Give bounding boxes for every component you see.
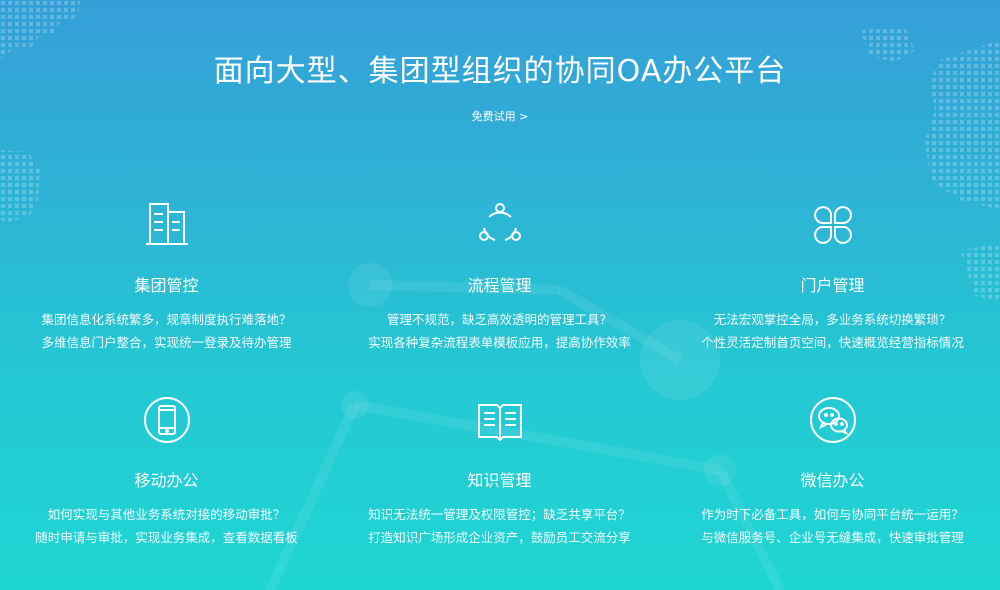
feature-title: 移动办公	[134, 471, 199, 490]
wechat-icon	[809, 397, 856, 443]
feature-description: 如何实现与其他业务系统对接的移动审批？ 随时申请与审批，实现业务集成，查看数据看…	[0, 503, 333, 549]
feature-title: 门户管理	[800, 276, 865, 295]
feature-description: 无法宏观掌控全局，多业务系统切换繁琐？ 个性灵活定制首页空间，快速概览经营指标情…	[666, 308, 999, 354]
feature-question: 知识无法统一管理及权限管控；缺乏共享平台？	[368, 507, 631, 522]
feature-question: 集团信息化系统繁多，规章制度执行难落地？	[41, 312, 292, 327]
feature-answer: 随时申请与审批，实现业务集成，查看数据看板	[35, 530, 298, 545]
feature-mobile-office: 移动办公 如何实现与其他业务系统对接的移动审批？ 随时申请与审批，实现业务集成，…	[0, 395, 333, 549]
feature-question: 作为时下必备工具，如何与协同平台统一运用？	[701, 507, 964, 522]
feature-title: 流程管理	[467, 276, 532, 295]
clover-icon	[813, 206, 852, 244]
feature-description: 集团信息化系统繁多，规章制度执行难落地？ 多维信息门户整合，实现统一登录及待办管…	[0, 308, 333, 354]
feature-title: 知识管理	[467, 471, 532, 490]
feature-group-control: 集团管控 集团信息化系统繁多，规章制度执行难落地？ 多维信息门户整合，实现统一登…	[0, 200, 333, 354]
mobile-phone-icon	[143, 397, 190, 443]
feature-process-management: 流程管理 管理不规范，缺乏高效透明的管理工具？ 实现各种复杂流程表单模板应用，提…	[333, 200, 666, 354]
feature-question: 如何实现与其他业务系统对接的移动审批？	[47, 507, 286, 522]
main-content: 面向大型、集团型组织的协同OA办公平台 免费试用 > 集团管控 集团信息化系统繁…	[0, 0, 1000, 590]
feature-portal-management: 门户管理 无法宏观掌控全局，多业务系统切换繁琐？ 个性灵活定制首页空间，快速概览…	[666, 200, 999, 354]
feature-knowledge-management: 知识管理 知识无法统一管理及权限管控；缺乏共享平台？ 打造知识广场形成企业资产，…	[333, 395, 666, 549]
feature-answer: 打造知识广场形成企业资产，鼓励员工交流分享	[368, 530, 631, 545]
open-book-icon	[477, 404, 522, 442]
feature-title: 微信办公	[800, 471, 865, 490]
buildings-icon	[145, 203, 188, 245]
feature-answer: 与微信服务号、企业号无缝集成，快速审批管理	[701, 530, 964, 545]
feature-answer: 个性灵活定制首页空间，快速概览经营指标情况	[701, 335, 964, 350]
feature-description: 作为时下必备工具，如何与协同平台统一运用？ 与微信服务号、企业号无缝集成，快速审…	[666, 503, 999, 549]
feature-answer: 多维信息门户整合，实现统一登录及待办管理	[41, 335, 292, 350]
feature-question: 管理不规范，缺乏高效透明的管理工具？	[386, 312, 612, 327]
feature-wechat-office: 微信办公 作为时下必备工具，如何与协同平台统一运用？ 与微信服务号、企业号无缝集…	[666, 395, 999, 549]
feature-title: 集团管控	[134, 276, 199, 295]
free-trial-link[interactable]: 免费试用 >	[450, 108, 550, 126]
feature-question: 无法宏观掌控全局，多业务系统切换繁琐？	[713, 312, 952, 327]
feature-description: 知识无法统一管理及权限管控；缺乏共享平台？ 打造知识广场形成企业资产，鼓励员工交…	[333, 503, 666, 549]
feature-answer: 实现各种复杂流程表单模板应用，提高协作效率	[368, 335, 631, 350]
hero-title: 面向大型、集团型组织的协同OA办公平台	[213, 54, 787, 89]
cycle-nodes-icon	[478, 203, 521, 241]
feature-description: 管理不规范，缺乏高效透明的管理工具？ 实现各种复杂流程表单模板应用，提高协作效率	[333, 308, 666, 354]
